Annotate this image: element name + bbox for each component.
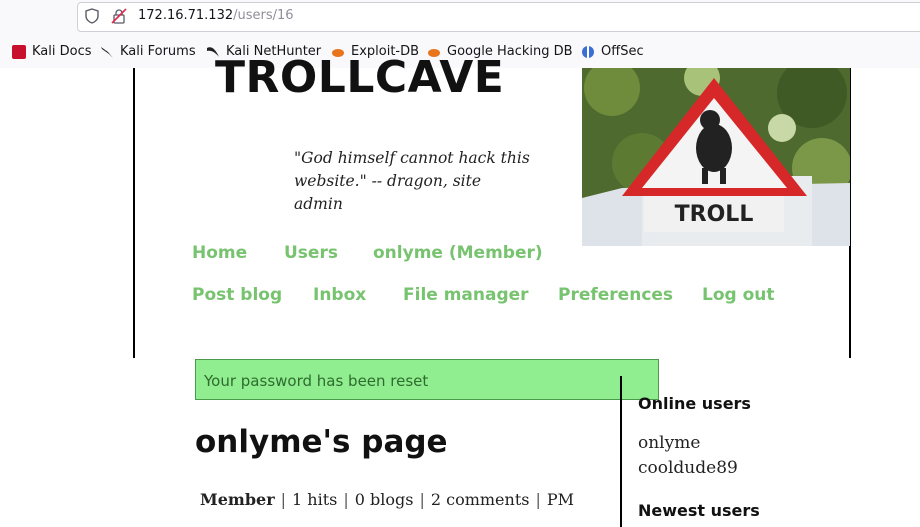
alert-message: Your password has been reset [204,372,429,390]
newest-users-heading: Newest users [638,501,760,520]
url-host: 172.16.71.132 [138,8,234,23]
nav-home[interactable]: Home [192,243,247,263]
profile-stats: Member | 1 hits | 0 blogs | 2 comments | PM [200,490,575,509]
nav-log-out[interactable]: Log out [702,285,775,305]
site-tagline: "God himself cannot hack this website." … [294,149,530,213]
site-title: TROLLCAVE [215,52,505,103]
blogs-count[interactable]: 0 blogs [355,490,414,509]
nav-file-manager[interactable]: File manager [403,285,529,305]
troll-sign-photo: TROLL [582,68,850,246]
url-text[interactable]: 172.16.71.132/users/16 [138,8,294,23]
nav-inbox[interactable]: Inbox [313,285,366,305]
nav-users[interactable]: Users [284,243,338,263]
kali-docs-icon [12,44,26,59]
user-role: Member [200,490,275,509]
header-frame-left [133,68,135,358]
hits-count: 1 hits [292,490,338,509]
bookmark-kali-docs[interactable]: Kali Docs [12,44,92,59]
success-alert: Your password has been reset [195,359,659,400]
shield-icon[interactable] [84,8,100,24]
offsec-icon [582,45,594,58]
nav-post-blog[interactable]: Post blog [192,285,282,305]
online-users-heading: Online users [638,394,751,413]
pm-link[interactable]: PM [547,490,574,509]
online-user-link[interactable]: onlyme [638,433,700,453]
bookmark-offsec[interactable]: OffSec [581,44,644,59]
troll-sign-text: TROLL [675,202,754,227]
sidebar-divider [620,376,622,527]
page-title: onlyme's page [195,424,448,460]
url-path: /users/16 [233,8,294,23]
nav-profile[interactable]: onlyme (Member) [373,243,543,263]
comments-count[interactable]: 2 comments [431,490,530,509]
nav-preferences[interactable]: Preferences [558,285,673,305]
kali-dragon-icon [101,46,113,58]
online-user-link[interactable]: cooldude89 [638,458,738,478]
insecure-lock-icon[interactable] [111,8,127,24]
bookmark-kali-forums[interactable]: Kali Forums [100,44,196,59]
